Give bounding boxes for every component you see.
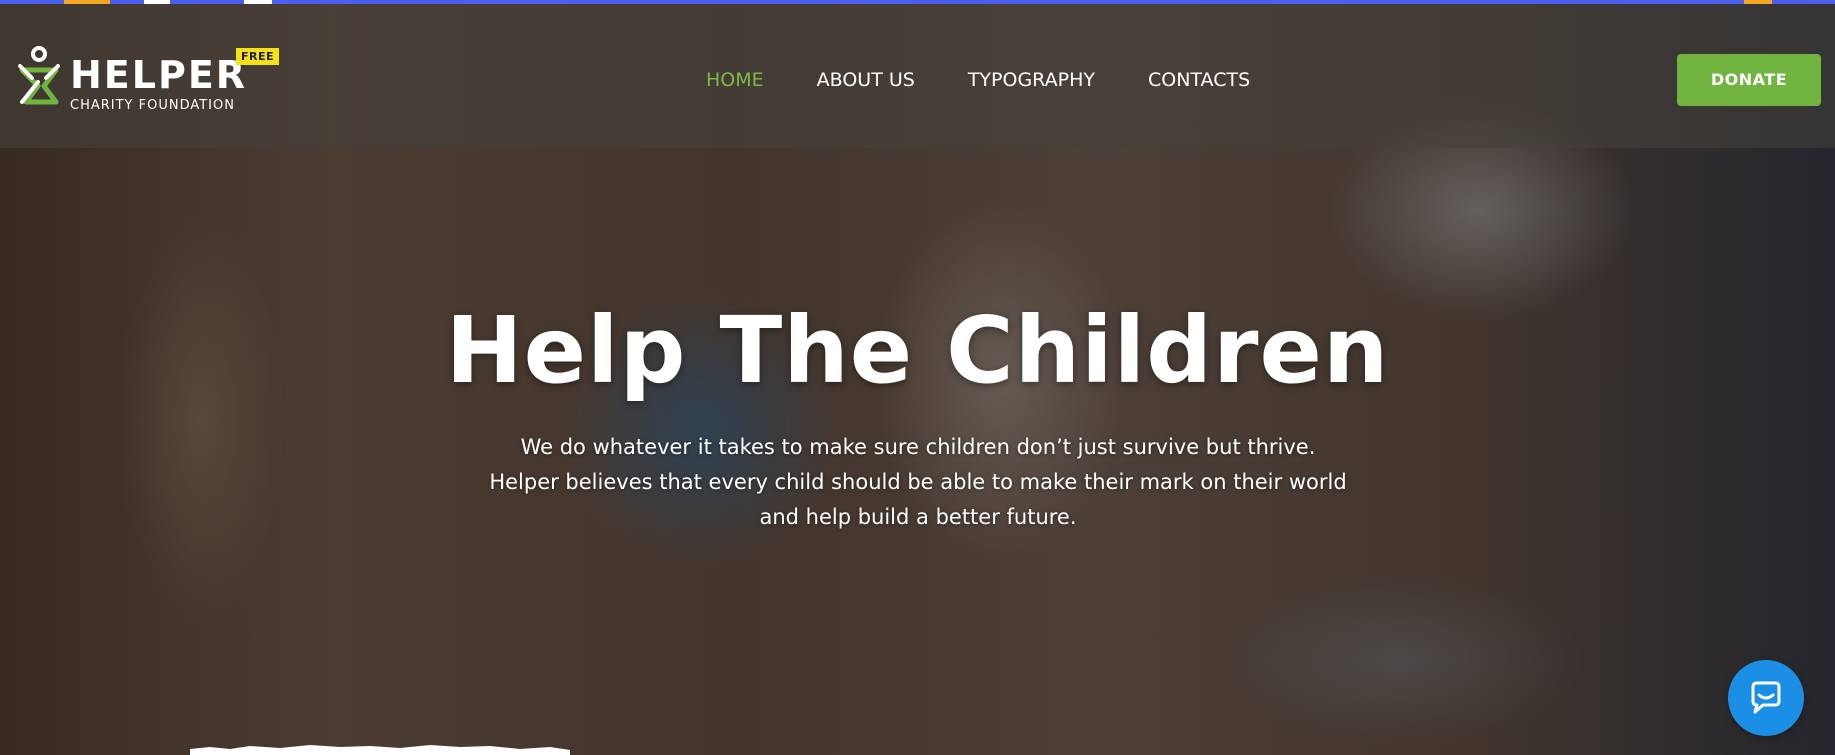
chat-widget-button[interactable] [1728,660,1804,736]
logo-title: HELPER [70,53,248,97]
top-bar-mark [1744,0,1772,4]
person-heart-logo-icon [18,46,60,105]
site-logo[interactable]: HELPER CHARITY FOUNDATION [16,46,247,113]
main-nav: HOME ABOUT US TYPOGRAPHY CONTACTS [706,66,1303,94]
donate-button[interactable]: DONATE [1677,54,1821,106]
chat-bubble-icon [1751,681,1781,714]
hero-title: Help The Children [445,297,1390,404]
nav-item-about-us[interactable]: ABOUT US [817,66,915,94]
hero-description: We do whatever it takes to make sure chi… [489,435,1347,529]
top-bar-mark [244,0,272,4]
top-bar-mark [144,0,170,4]
nav-item-contacts[interactable]: CONTACTS [1148,66,1250,94]
site-header: HELPER CHARITY FOUNDATION FREE HOME ABOU… [0,4,1835,148]
free-badge: FREE [236,48,280,65]
top-accent-bar [0,0,1835,4]
nav-item-typography[interactable]: TYPOGRAPHY [968,66,1095,94]
torn-paper-edge [190,745,570,755]
logo-text: HELPER CHARITY FOUNDATION [70,46,247,113]
top-bar-mark [64,0,110,4]
nav-item-home[interactable]: HOME [706,66,764,94]
logo-tagline: CHARITY FOUNDATION [70,98,235,113]
page: HELPER CHARITY FOUNDATION FREE HOME ABOU… [0,0,1835,755]
